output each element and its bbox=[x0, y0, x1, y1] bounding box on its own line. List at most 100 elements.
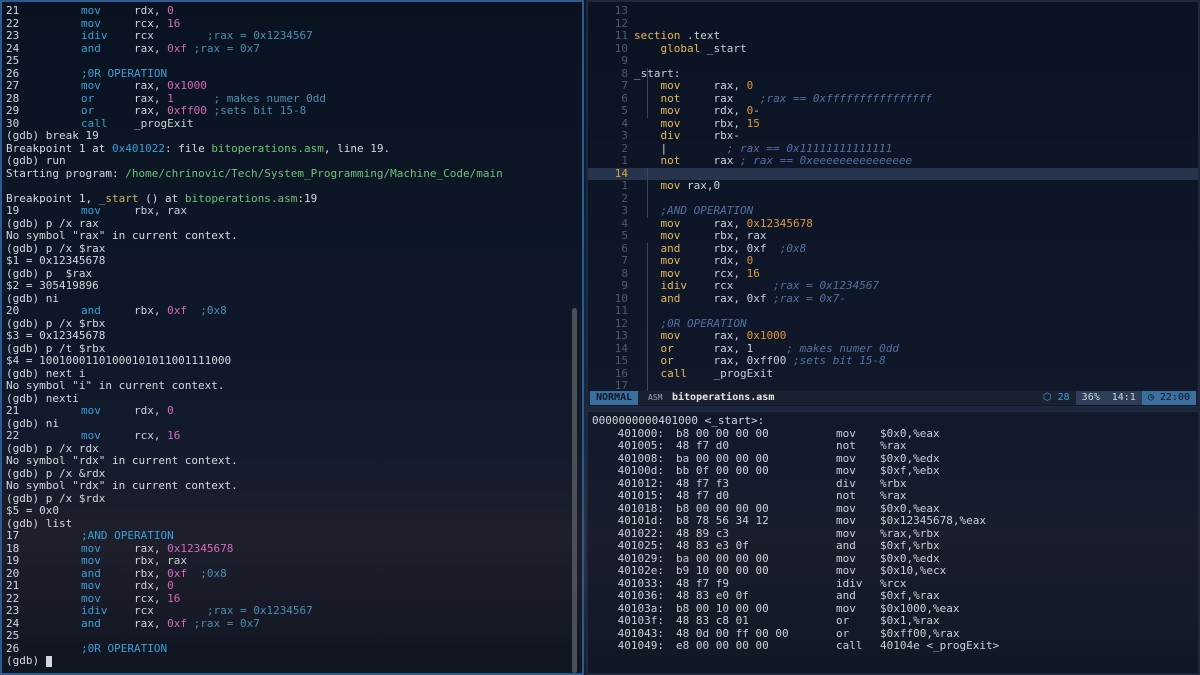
opcode-bytes: 48 83 c8 01 bbox=[676, 614, 749, 627]
code-comment: ;rax = 0x1234567 bbox=[733, 279, 880, 292]
code-operand: rcx, bbox=[713, 266, 747, 280]
code-keyword: mov bbox=[660, 179, 681, 192]
instruction-mnemonic: mov bbox=[836, 514, 856, 527]
asm-operand: 0 bbox=[167, 4, 174, 17]
instruction-address: 40101d: bbox=[617, 514, 664, 527]
editor-line[interactable]: 1 mov rax,0 bbox=[588, 179, 1198, 193]
program-path: /home/chrinovic/Tech/System_Programming/… bbox=[125, 166, 503, 180]
code-keyword: mov bbox=[660, 229, 681, 242]
asm-mnemonic: mov bbox=[81, 16, 134, 30]
asm-operand: 0xf bbox=[167, 616, 187, 630]
editor-line[interactable]: 10 and rax, 0xf ;rax = 0x7- bbox=[588, 292, 1198, 306]
opcode-bytes: bb 0f 00 00 00 bbox=[676, 464, 769, 477]
code-keyword: mov bbox=[660, 266, 681, 280]
opcode-bytes: 48 83 e0 0f bbox=[676, 589, 749, 602]
asm-mnemonic: idiv bbox=[81, 604, 134, 617]
instruction-mnemonic: and bbox=[836, 589, 856, 602]
objdump-pane[interactable]: 0000000000401000 <_start>: 401000: b8 00 0… bbox=[586, 410, 1200, 675]
code-operand: rcx bbox=[713, 279, 734, 292]
breakpoint-address: 0x401022 bbox=[111, 141, 165, 155]
gdb-line: $5 = 0x0 bbox=[6, 504, 503, 518]
asm-comment: ;rax = 0x7 bbox=[186, 616, 260, 630]
asm-register: _progExit bbox=[133, 116, 194, 130]
instruction-mnemonic: mov bbox=[836, 564, 856, 577]
code-keyword: mov bbox=[660, 254, 681, 267]
instruction-operands: $0x0,%eax bbox=[880, 426, 940, 440]
gdb-terminal-pane[interactable]: 21 mov rdx, 0 22 mov rcx, 16 23 idiv rcx ;rax… bbox=[0, 0, 584, 675]
instruction-mnemonic: call bbox=[836, 639, 863, 652]
source-file: bitoperations.asm bbox=[184, 191, 298, 205]
asm-register: rdx bbox=[133, 579, 154, 592]
editor-line[interactable]: 1 not rax ; rax == 0xeeeeeeeeeeeeeee bbox=[588, 154, 1198, 168]
asm-operand: 0x12345678 bbox=[167, 541, 234, 555]
code-operand: rdx, bbox=[713, 104, 747, 117]
instruction-operands: $0xf,%rax bbox=[880, 589, 940, 602]
gdb-line: (gdb) bbox=[6, 654, 503, 668]
instruction-mnemonic: not bbox=[836, 489, 856, 502]
line-number: 1 bbox=[621, 179, 628, 192]
code-keyword: or bbox=[660, 354, 674, 367]
gdb-text: () at bbox=[138, 191, 185, 205]
code-comment: ;0x8 bbox=[766, 241, 807, 255]
editor-statusline: NORMAL ASM bitoperations.asm ⬡ 28 36% 14:1… bbox=[588, 391, 1198, 405]
cursor-position: 14:1 bbox=[1105, 391, 1142, 405]
gdb-scrollbar[interactable] bbox=[572, 308, 577, 673]
gdb-text: (gdb) next i bbox=[6, 366, 86, 380]
asm-mnemonic: mov bbox=[81, 541, 134, 555]
opcode-bytes: 48 83 e3 0f bbox=[676, 539, 749, 552]
code-operand: rax, bbox=[713, 216, 747, 230]
code-operand: rbx- bbox=[713, 129, 741, 142]
package-icon: ⬡ bbox=[1042, 392, 1052, 403]
editor-buffer[interactable]: 13 12 11 section .text 10 global _start 9 8 _st… bbox=[588, 4, 1198, 393]
gdb-text: No symbol "i" in current context. bbox=[6, 379, 225, 392]
asm-operand: 16 bbox=[167, 591, 181, 605]
gdb-line: 24 and rax, 0xf ;rax = 0x7 bbox=[6, 616, 503, 631]
gdb-text: : file bbox=[164, 141, 212, 155]
editor-pane[interactable]: 13 12 11 section .text 10 global _start 9 8 _st… bbox=[586, 0, 1200, 408]
asm-comment: ;0x8 bbox=[186, 304, 227, 317]
asm-separator: , bbox=[153, 91, 168, 105]
source-line-number: 23 bbox=[6, 29, 20, 42]
asm-separator: , bbox=[153, 304, 168, 317]
gdb-line: 21 mov rdx, 0 bbox=[6, 404, 503, 418]
gdb-text: $4 = 10010001101000101011001111000 bbox=[6, 354, 232, 367]
code-operand: rax, 1 bbox=[713, 341, 754, 355]
gdb-text: (gdb) nexti bbox=[6, 391, 79, 405]
opcode-bytes: e8 00 00 00 00 bbox=[676, 639, 769, 652]
code-keyword: and bbox=[660, 241, 681, 255]
asm-mnemonic: call bbox=[81, 116, 134, 130]
code-keyword: call bbox=[660, 366, 688, 380]
code-operand: _progExit bbox=[713, 366, 774, 380]
code-keyword: mov bbox=[660, 79, 681, 92]
editor-line[interactable]: 16 call _progExit bbox=[588, 366, 1198, 381]
editor-line[interactable]: 10 global _start bbox=[588, 42, 1198, 56]
code-operand: rax, bbox=[713, 79, 747, 92]
code-keyword: mov bbox=[660, 329, 681, 342]
source-line-number: 27 bbox=[6, 79, 20, 92]
asm-operand: rax bbox=[167, 554, 187, 567]
source-file: bitoperations.asm bbox=[211, 141, 324, 155]
asm-operand: 0xf bbox=[167, 304, 187, 317]
instruction-address: 40102e: bbox=[617, 564, 664, 577]
asm-mnemonic: and bbox=[81, 41, 134, 55]
line-number: 7 bbox=[621, 254, 628, 267]
asm-mnemonic: mov bbox=[81, 204, 134, 217]
code-comment: ;0R OPERATION bbox=[634, 316, 747, 330]
status-filename: bitoperations.asm bbox=[672, 392, 775, 403]
code-number: 16 bbox=[746, 266, 760, 280]
editor-line[interactable]: 13 bbox=[588, 4, 1198, 18]
gdb-text: , line 19. bbox=[323, 141, 391, 155]
asm-register: rdx bbox=[133, 404, 154, 417]
objdump-output: 0000000000401000 <_start>: 401000: b8 00 0… bbox=[592, 414, 999, 653]
gdb-text: (gdb) ni bbox=[6, 416, 59, 430]
